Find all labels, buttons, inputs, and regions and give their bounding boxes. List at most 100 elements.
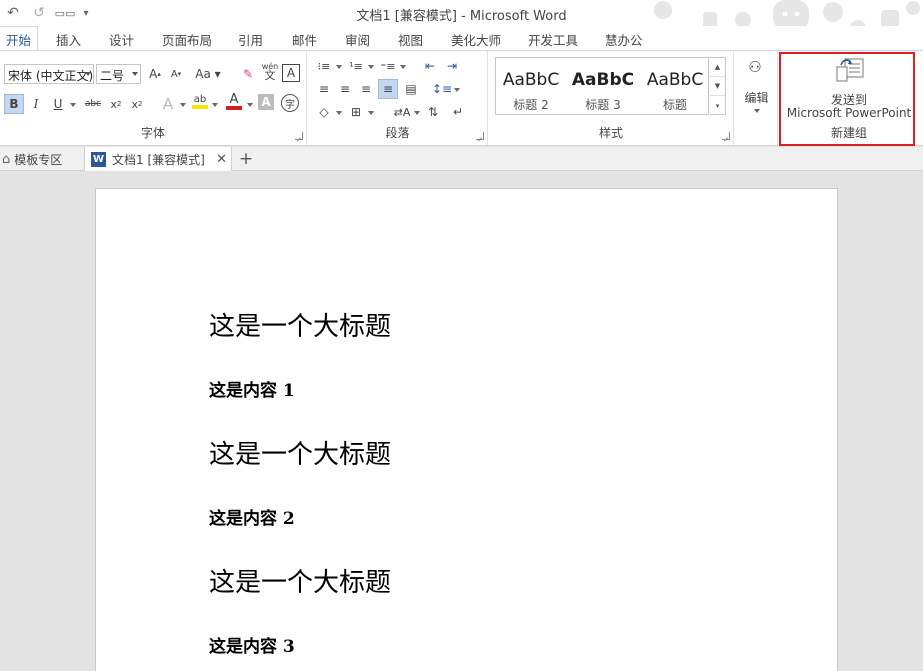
- borders-chevron-down-icon[interactable]: [368, 111, 374, 115]
- font-dialog-launcher-icon[interactable]: [295, 132, 303, 140]
- tab-references[interactable]: 引用: [238, 30, 263, 49]
- tab-huibangong[interactable]: 慧办公: [605, 30, 643, 49]
- borders-icon[interactable]: ⊞: [346, 102, 366, 122]
- tab-page-layout[interactable]: 页面布局: [162, 30, 212, 49]
- editing-chevron-down-icon: [754, 109, 760, 113]
- increase-indent-icon[interactable]: ⇥: [442, 56, 462, 76]
- chinese-layout-icon[interactable]: ⇄A: [392, 102, 412, 122]
- line-spacing-icon[interactable]: ↕≡: [432, 79, 452, 99]
- binoculars-icon: ⚇: [748, 58, 762, 76]
- text-highlight-icon[interactable]: ab: [190, 92, 210, 112]
- tab-review[interactable]: 审阅: [345, 30, 370, 49]
- highlight-box: [779, 52, 915, 146]
- character-border-icon[interactable]: A: [282, 64, 300, 82]
- subscript-icon[interactable]: x2: [106, 94, 126, 114]
- align-left-icon[interactable]: ≡: [314, 79, 334, 99]
- paragraph-group-label: 段落: [385, 126, 410, 140]
- font-group-label: 字体: [140, 126, 165, 140]
- strikethrough-icon[interactable]: abc: [81, 94, 105, 114]
- tab-beautify-master[interactable]: 美化大师: [451, 30, 501, 49]
- style-heading-3[interactable]: AaBbC 标题 3: [568, 58, 638, 114]
- style-name: 标题: [662, 98, 687, 112]
- numbering-icon[interactable]: ¹≡: [346, 56, 366, 76]
- superscript-icon[interactable]: x2: [127, 94, 147, 114]
- document-tab[interactable]: W 文档1 [兼容模式] ✕: [84, 147, 232, 171]
- style-sample: AaBbC: [502, 70, 560, 90]
- justify-icon[interactable]: ≡: [378, 79, 398, 99]
- title-bar: ↶ ↺ ▭▭ ▾ 文档1 [兼容模式] - Microsoft Word: [0, 0, 923, 36]
- paragraph-group: ⁝≡ ¹≡ ⁼≡ ⇤ ⇥ ≡ ≡ ≡ ≡ ▤ ↕≡ ◇ ⊞ ⇄A ⇅ ↵ 段落: [308, 51, 488, 145]
- shading-chevron-down-icon[interactable]: [336, 111, 342, 115]
- align-right-icon[interactable]: ≡: [356, 79, 376, 99]
- tab-developer[interactable]: 开发工具: [528, 30, 578, 49]
- styles-group-label: 样式: [598, 126, 623, 140]
- character-shading-icon[interactable]: A: [258, 94, 274, 110]
- align-center-icon[interactable]: ≡: [335, 79, 355, 99]
- heading-2[interactable]: 这是一个大标题: [209, 434, 391, 471]
- numbering-chevron-down-icon[interactable]: [368, 65, 374, 69]
- home-icon: ⌂: [2, 151, 11, 167]
- scroll-up-icon[interactable]: ▲: [710, 58, 725, 77]
- shading-icon[interactable]: ◇: [314, 102, 334, 122]
- font-color-icon[interactable]: A: [224, 92, 244, 112]
- document-canvas: 这是一个大标题 这是内容 1 这是一个大标题 这是内容 2 这是一个大标题 这是…: [0, 172, 923, 671]
- style-name: 标题 3: [585, 98, 621, 112]
- bullets-icon[interactable]: ⁝≡: [314, 56, 334, 76]
- ribbon-tabs: 开始 插入 设计 页面布局 引用 邮件 审阅 视图 美化大师 开发工具 慧办公: [0, 26, 923, 51]
- heading-1[interactable]: 这是一个大标题: [209, 306, 391, 343]
- editing-group[interactable]: ⚇ 编辑: [735, 51, 778, 145]
- content-2[interactable]: 这是内容 2: [209, 504, 295, 529]
- style-name: 标题 2: [513, 98, 549, 112]
- show-paragraph-marks-icon[interactable]: ↵: [448, 102, 468, 122]
- content-1[interactable]: 这是内容 1: [209, 376, 295, 401]
- shrink-font-icon[interactable]: A ▾: [166, 64, 186, 84]
- font-size-combo[interactable]: 二号: [96, 64, 141, 84]
- editing-label: 编辑: [744, 91, 769, 105]
- heading-3[interactable]: 这是一个大标题: [209, 562, 391, 599]
- sort-icon[interactable]: ⇅: [423, 102, 443, 122]
- underline-icon[interactable]: U: [48, 94, 68, 114]
- paragraph-dialog-launcher-icon[interactable]: [476, 132, 484, 140]
- font-group: 宋体 (中文正文) 二号 A ▴ A ▾ Aa ▾ ✎ wén 文 A B I U a…: [0, 51, 307, 145]
- styles-dialog-launcher-icon[interactable]: [722, 132, 730, 140]
- chevron-down-icon: [132, 72, 138, 76]
- document-page[interactable]: 这是一个大标题 这是内容 1 这是一个大标题 这是内容 2 这是一个大标题 这是…: [95, 188, 838, 671]
- content-3[interactable]: 这是内容 3: [209, 632, 295, 657]
- change-case-icon[interactable]: Aa ▾: [194, 64, 222, 84]
- style-gallery: AaBbC 标题 2 AaBbC 标题 3 AaBbC 标题: [495, 57, 709, 115]
- text-effects-icon[interactable]: A: [158, 94, 178, 114]
- distributed-icon[interactable]: ▤: [401, 79, 421, 99]
- tab-mailings[interactable]: 邮件: [292, 30, 317, 49]
- new-tab-plus-icon[interactable]: +: [236, 147, 256, 171]
- underline-chevron-down-icon[interactable]: [70, 103, 76, 107]
- multilevel-list-icon[interactable]: ⁼≡: [378, 56, 398, 76]
- tab-insert[interactable]: 插入: [56, 30, 81, 49]
- bold-icon[interactable]: B: [4, 94, 24, 114]
- template-zone-tab[interactable]: ⌂ 模板专区: [0, 147, 70, 171]
- phonetic-guide-icon[interactable]: wén 文: [260, 61, 280, 81]
- enclose-characters-icon[interactable]: 字: [281, 94, 299, 112]
- gallery-more-icon[interactable]: ▾: [710, 96, 725, 115]
- font-name-combo[interactable]: 宋体 (中文正文): [4, 64, 94, 84]
- document-tab-bar: ⌂ 模板专区 W 文档1 [兼容模式] ✕ +: [0, 147, 923, 171]
- grow-font-icon[interactable]: A ▴: [145, 64, 165, 84]
- text-effects-chevron-down-icon[interactable]: [180, 103, 186, 107]
- tab-home[interactable]: 开始: [0, 26, 39, 51]
- style-title[interactable]: AaBbC 标题: [640, 58, 710, 114]
- decrease-indent-icon[interactable]: ⇤: [420, 56, 440, 76]
- clear-formatting-icon[interactable]: ✎: [238, 64, 258, 84]
- multilevel-chevron-down-icon[interactable]: [400, 65, 406, 69]
- highlight-chevron-down-icon[interactable]: [212, 103, 218, 107]
- style-heading-2[interactable]: AaBbC 标题 2: [496, 58, 566, 114]
- line-spacing-chevron-down-icon[interactable]: [454, 88, 460, 92]
- chinese-layout-chevron-down-icon[interactable]: [414, 111, 420, 115]
- font-size-value: 二号: [100, 69, 125, 83]
- tab-design[interactable]: 设计: [109, 30, 134, 49]
- scroll-down-icon[interactable]: ▼: [710, 77, 725, 96]
- bullets-chevron-down-icon[interactable]: [336, 65, 342, 69]
- italic-icon[interactable]: I: [26, 94, 46, 114]
- font-color-chevron-down-icon[interactable]: [247, 103, 253, 107]
- chevron-down-icon: [85, 72, 91, 76]
- tab-view[interactable]: 视图: [398, 30, 423, 49]
- close-icon[interactable]: ✕: [216, 152, 227, 167]
